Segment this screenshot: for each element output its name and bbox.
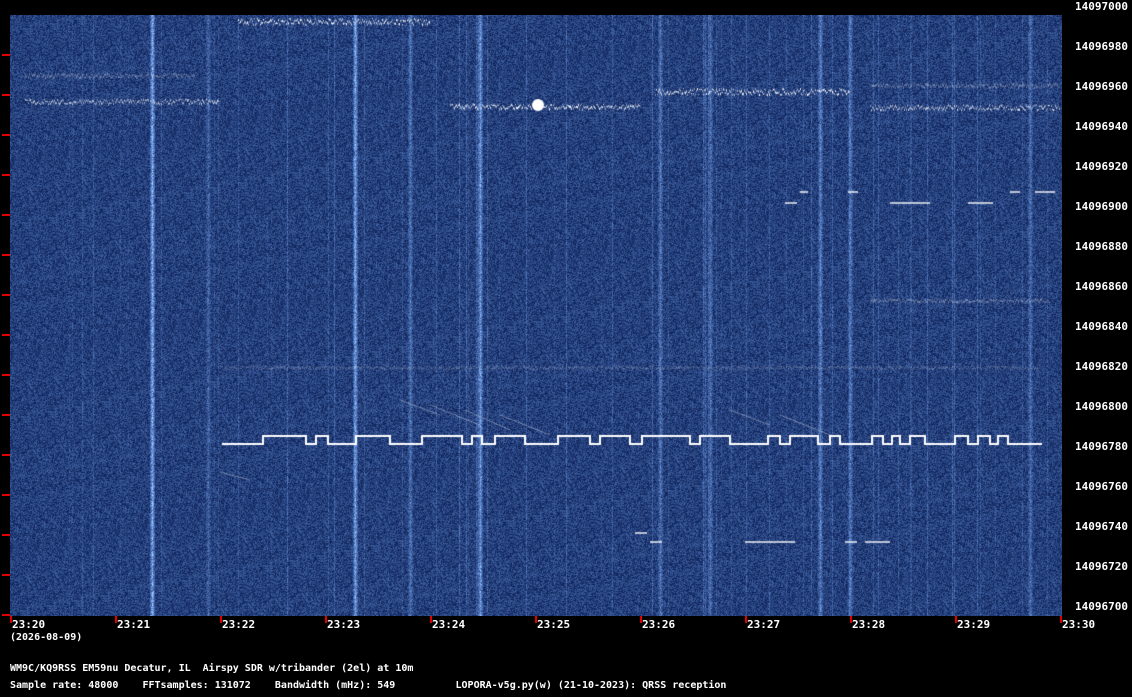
x-tick	[955, 616, 957, 623]
frequency-label: 14096700	[1075, 600, 1128, 613]
y-tick	[2, 254, 10, 256]
x-tick	[115, 616, 117, 623]
x-tick	[220, 616, 222, 623]
reception-params: Sample rate: 48000 FFTsamples: 131072 Ba…	[10, 680, 727, 691]
x-tick	[430, 616, 432, 623]
x-tick	[535, 616, 537, 623]
station-info: WM9C/KQ9RSS EM59nu Decatur, IL Airspy SD…	[10, 663, 414, 674]
time-label: 23:29	[957, 618, 991, 631]
frequency-label: 14096940	[1075, 120, 1128, 133]
frequency-label: 14096760	[1075, 480, 1128, 493]
y-tick	[2, 574, 10, 576]
y-tick	[2, 94, 10, 96]
y-tick	[2, 454, 10, 456]
y-tick	[2, 294, 10, 296]
time-label: 23:22	[222, 618, 256, 631]
x-tick	[640, 616, 642, 623]
frequency-label: 14096900	[1075, 200, 1128, 213]
time-label: 23:23	[327, 618, 361, 631]
x-tick	[1060, 616, 1062, 623]
x-tick	[850, 616, 852, 623]
date-label: (2026-08-09)	[10, 632, 83, 643]
time-label: 23:25	[537, 618, 571, 631]
time-label: 23:24	[432, 618, 466, 631]
frequency-label: 14096820	[1075, 360, 1128, 373]
time-label: 23:28	[852, 618, 886, 631]
frequency-label: 14097000	[1075, 0, 1128, 13]
y-tick	[2, 494, 10, 496]
y-tick	[2, 174, 10, 176]
frequency-label: 14096740	[1075, 520, 1128, 533]
y-tick	[2, 414, 10, 416]
y-tick	[2, 614, 10, 616]
frequency-label: 14096880	[1075, 240, 1128, 253]
y-tick	[2, 534, 10, 536]
frequency-label: 14096860	[1075, 280, 1128, 293]
spectrogram-waterfall	[10, 15, 1062, 616]
y-tick	[2, 54, 10, 56]
x-tick	[325, 616, 327, 623]
time-label: 23:27	[747, 618, 781, 631]
y-tick	[2, 334, 10, 336]
time-label: 23:21	[117, 618, 151, 631]
frequency-label: 14096960	[1075, 80, 1128, 93]
frequency-label: 14096780	[1075, 440, 1128, 453]
x-tick	[10, 616, 12, 623]
y-tick	[2, 134, 10, 136]
y-tick	[2, 374, 10, 376]
frequency-label: 14096840	[1075, 320, 1128, 333]
frequency-label: 14096920	[1075, 160, 1128, 173]
frequency-label: 14096800	[1075, 400, 1128, 413]
time-label: 23:26	[642, 618, 676, 631]
frequency-label: 14096720	[1075, 560, 1128, 573]
time-label: 23:30	[1062, 618, 1096, 631]
frequency-label: 14096980	[1075, 40, 1128, 53]
x-tick	[745, 616, 747, 623]
y-tick	[2, 214, 10, 216]
time-label: 23:20	[12, 618, 46, 631]
